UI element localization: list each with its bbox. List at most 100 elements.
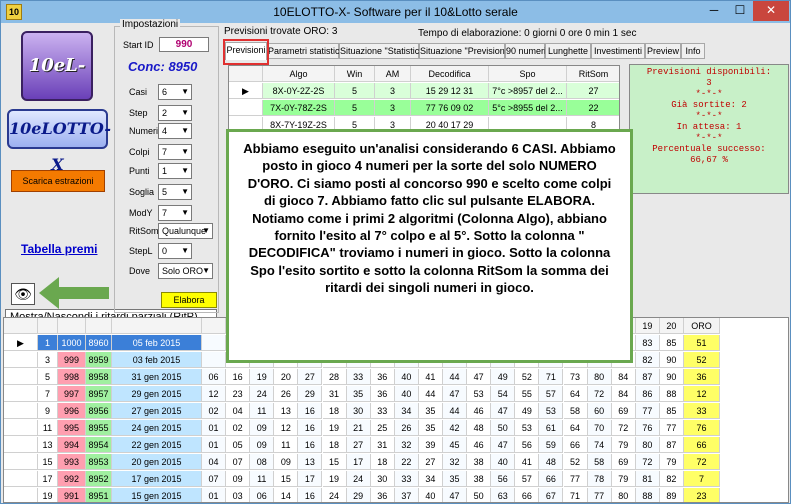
tab-parametri-statistici[interactable]: Parametri statistici [267, 43, 342, 59]
select-punti[interactable]: 1 ▼ [158, 163, 192, 179]
previsione-cell-ritsom[interactable]: 22 [567, 100, 619, 116]
previsioni-grid: Algo Win AM Decodifica Spo RitSom ▶ 8X-0Y-2Z-2S… [228, 65, 620, 133]
elabora-button[interactable]: Elabora [161, 292, 217, 308]
estrazione-cell-n[interactable]: 9 [38, 403, 58, 419]
start-id-input[interactable]: 990 [159, 37, 209, 52]
tab-90-numeri[interactable]: 90 numeri [505, 43, 546, 59]
estrazione-number: 30 [370, 471, 395, 487]
estrazione-cell-n[interactable]: 11 [38, 420, 58, 436]
minimize-button[interactable]: ─ [701, 1, 727, 21]
select-casi[interactable]: 6 ▼ [158, 84, 192, 100]
estrazione-number: 87 [659, 437, 684, 453]
estrazione-number: 53 [515, 420, 540, 436]
estrazione-cell-id[interactable]: 8951 [86, 488, 112, 502]
select-numeri[interactable]: 4 ▼ [158, 123, 192, 139]
previsione-cell-spo[interactable]: 5°c >8955 del 2... [489, 100, 567, 116]
bottom-header-cell [202, 318, 227, 334]
estrazione-cell-n[interactable]: 7 [38, 386, 58, 402]
select-colpi[interactable]: 7 ▼ [158, 144, 192, 160]
estrazione-cell-c[interactable]: 995 [58, 420, 86, 436]
previsione-cell-win[interactable]: 5 [335, 100, 375, 116]
estrazione-cell-c[interactable]: 993 [58, 454, 86, 470]
estrazione-cell-c[interactable]: 998 [58, 369, 86, 385]
estrazione-cell-id[interactable]: 8960 [86, 335, 112, 351]
estrazione-cell-date[interactable]: 29 gen 2015 [112, 386, 202, 402]
select-value: 0 [162, 246, 168, 256]
estrazione-cell-id[interactable]: 8955 [86, 420, 112, 436]
estrazione-number: 87 [635, 369, 660, 385]
previsione-cell-win[interactable]: 5 [335, 83, 375, 99]
estrazione-cell-n[interactable]: 17 [38, 471, 58, 487]
estrazione-cell-c[interactable]: 992 [58, 471, 86, 487]
estrazione-number: 32 [443, 454, 468, 470]
select-ritsom[interactable]: Qualunque ▼ [158, 223, 213, 239]
estrazione-cell-n[interactable]: 3 [38, 352, 58, 368]
previsione-cell-decodifica[interactable]: 15 29 12 31 [411, 83, 489, 99]
select-step[interactable]: 2 ▼ [158, 105, 192, 121]
estrazione-number: 26 [394, 420, 419, 436]
estrazione-number: 40 [394, 369, 419, 385]
estrazione-cell-id[interactable]: 8952 [86, 471, 112, 487]
tab-lunghette[interactable]: Lunghette [545, 43, 591, 59]
tab-info[interactable]: Info [681, 43, 705, 59]
tab-preview[interactable]: Preview [645, 43, 681, 59]
estrazione-cell-id[interactable]: 8957 [86, 386, 112, 402]
previsione-cell-algo[interactable]: 8X-0Y-2Z-2S [263, 83, 335, 99]
select-soglia[interactable]: 5 ▼ [158, 184, 192, 200]
estrazione-cell-c[interactable]: 997 [58, 386, 86, 402]
estrazione-cell-id[interactable]: 8956 [86, 403, 112, 419]
estrazione-cell-c[interactable]: 994 [58, 437, 86, 453]
estrazione-number: 31 [322, 386, 347, 402]
estrazione-cell-id[interactable]: 8959 [86, 352, 112, 368]
estrazione-cell-n[interactable]: 15 [38, 454, 58, 470]
estrazione-cell-date[interactable]: 31 gen 2015 [112, 369, 202, 385]
tab-investimenti[interactable]: Investimenti [591, 43, 645, 59]
estrazione-cell-marker [4, 403, 38, 419]
bottom-header-cell: 19 [635, 318, 660, 334]
previsione-cell-am[interactable]: 3 [375, 100, 411, 116]
maximize-button[interactable]: ☐ [727, 1, 753, 21]
estrazione-oro: 12 [684, 386, 720, 402]
estrazione-cell-c[interactable]: 996 [58, 403, 86, 419]
estrazione-cell-date[interactable]: 03 feb 2015 [112, 352, 202, 368]
estrazione-cell-id[interactable]: 8953 [86, 454, 112, 470]
previsione-cell-am[interactable]: 3 [375, 83, 411, 99]
estrazione-cell-n[interactable]: 1 [38, 335, 58, 351]
tabella-premi-link[interactable]: Tabella premi [21, 242, 97, 256]
estrazione-cell-n[interactable]: 19 [38, 488, 58, 502]
estrazione-number [202, 352, 227, 368]
estrazione-cell-date[interactable]: 24 gen 2015 [112, 420, 202, 436]
estrazione-number: 73 [563, 369, 588, 385]
close-button[interactable]: ✕ [753, 1, 789, 21]
select-mody[interactable]: 7 ▼ [158, 205, 192, 221]
estrazione-number: 07 [226, 454, 251, 470]
tab-situazione-previsioni-[interactable]: Situazione "Previsioni" [419, 43, 510, 59]
estrazione-cell-c[interactable]: 1000 [58, 335, 86, 351]
scarica-estrazioni-button[interactable]: Scarica estrazioni [11, 170, 105, 192]
previsione-cell-ritsom[interactable]: 27 [567, 83, 619, 99]
previsione-cell-spo[interactable]: 7°c >8957 del 2... [489, 83, 567, 99]
estrazione-number: 35 [418, 420, 443, 436]
estrazione-cell-c[interactable]: 991 [58, 488, 86, 502]
estrazione-number: 50 [491, 420, 516, 436]
tab-situazione-statistici-[interactable]: Situazione "Statistici" [339, 43, 424, 59]
estrazione-cell-n[interactable]: 13 [38, 437, 58, 453]
estrazione-number: 90 [659, 352, 684, 368]
estrazione-cell-id[interactable]: 8958 [86, 369, 112, 385]
previsione-cell-algo[interactable]: 7X-0Y-78Z-2S [263, 100, 335, 116]
estrazione-cell-marker [4, 369, 38, 385]
estrazione-cell-n[interactable]: 5 [38, 369, 58, 385]
estrazione-cell-date[interactable]: 17 gen 2015 [112, 471, 202, 487]
select-stepl[interactable]: 0 ▼ [158, 243, 192, 259]
select-dove[interactable]: Solo ORO ▼ [158, 263, 213, 279]
estrazione-cell-date[interactable]: 22 gen 2015 [112, 437, 202, 453]
estrazione-cell-date[interactable]: 05 feb 2015 [112, 335, 202, 351]
estrazione-cell-date[interactable]: 20 gen 2015 [112, 454, 202, 470]
estrazione-cell-date[interactable]: 15 gen 2015 [112, 488, 202, 502]
estrazione-number: 19 [322, 471, 347, 487]
estrazione-number: 80 [587, 369, 612, 385]
estrazione-cell-date[interactable]: 27 gen 2015 [112, 403, 202, 419]
estrazione-cell-c[interactable]: 999 [58, 352, 86, 368]
previsione-cell-decodifica[interactable]: 77 76 09 02 [411, 100, 489, 116]
estrazione-cell-id[interactable]: 8954 [86, 437, 112, 453]
